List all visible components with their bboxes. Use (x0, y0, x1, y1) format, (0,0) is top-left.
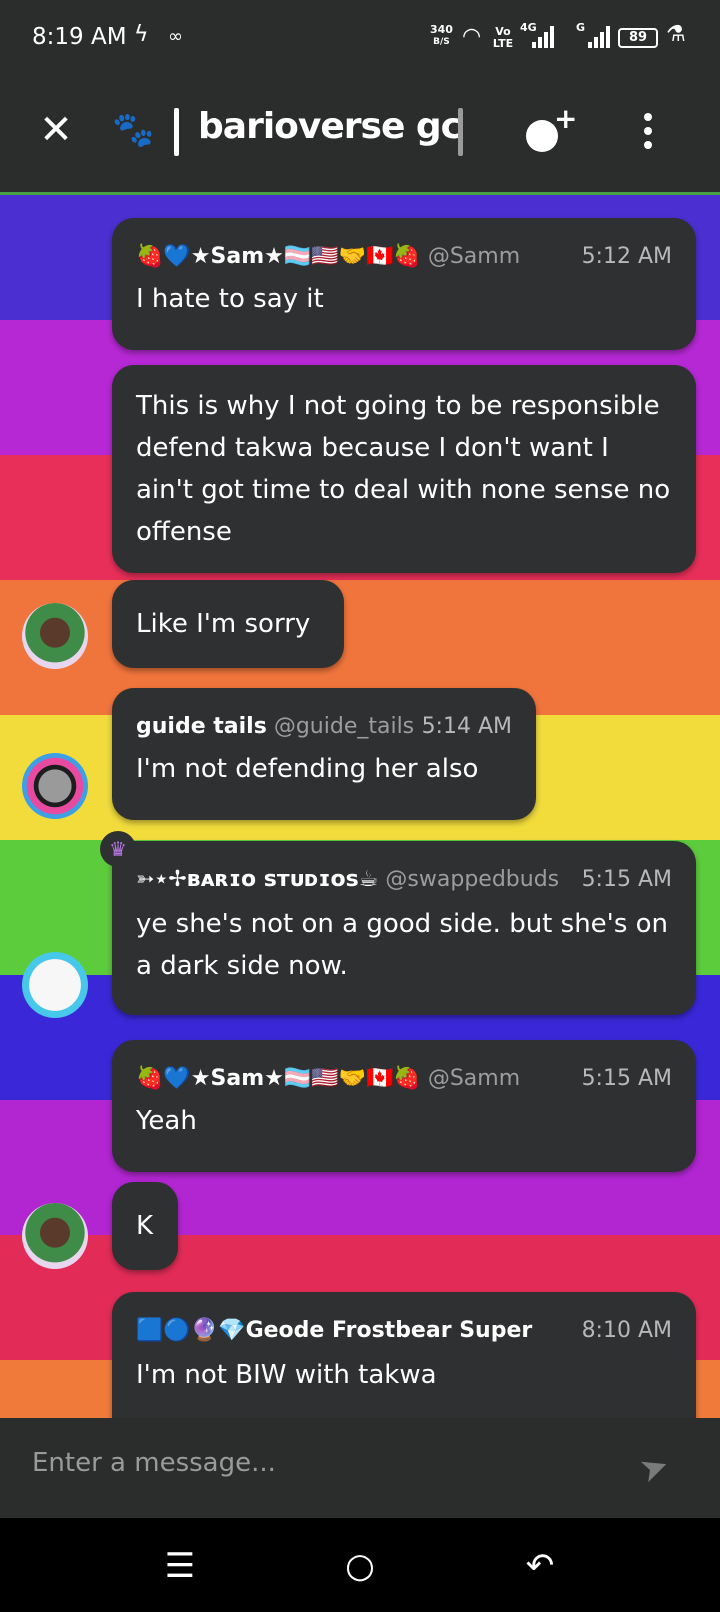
message-handle: @Samm (427, 1066, 521, 1091)
battery-indicator: 89 (618, 28, 658, 48)
close-icon[interactable]: ✕ (36, 110, 76, 150)
avatar[interactable] (22, 753, 88, 819)
message-meta: guide tails @guide_tails 5:14 AM (136, 714, 512, 744)
net-speed: 340 B/S (430, 24, 453, 48)
net-speed-unit: B/S (433, 37, 450, 47)
signal-icon (532, 26, 554, 48)
message-bubble[interactable]: 🍓💙★Sam★🏳️‍⚧️🇺🇸🤝🇨🇦🍓 @Samm 5:12 AM I hate … (112, 218, 696, 350)
back-icon[interactable]: ↶ (520, 1546, 560, 1586)
message-handle: @swappedbuds (385, 867, 560, 892)
message-bubble[interactable]: This is why I not going to be responsibl… (112, 365, 696, 573)
avatar[interactable] (22, 1203, 88, 1269)
message-list[interactable]: 🍓💙★Sam★🏳️‍⚧️🇺🇸🤝🇨🇦🍓 @Samm 5:12 AM I hate … (0, 195, 720, 1418)
more-vert-icon[interactable] (636, 110, 660, 158)
avatar[interactable] (22, 603, 88, 669)
message-time: 5:15 AM (581, 1066, 672, 1091)
message-text: Yeah (136, 1106, 197, 1136)
message-bubble[interactable]: Like I'm sorry (112, 580, 344, 668)
net-speed-value: 340 (430, 23, 453, 36)
status-bar: 8:19 AM ϟ ∞ 340 B/S ◠ Vo LTE 4G G 89 ⚗ (0, 0, 720, 80)
composer: Enter a message... ➤ (0, 1418, 720, 1518)
network-g-label: G (576, 21, 586, 34)
bolt-icon: ϟ (134, 22, 149, 47)
recents-icon[interactable]: ☰ (160, 1546, 200, 1586)
message-text: This is why I not going to be responsibl… (136, 391, 671, 547)
message-meta: 🍓💙★Sam★🏳️‍⚧️🇺🇸🤝🇨🇦🍓 @Samm 5:15 AM (136, 1066, 672, 1096)
message-author[interactable]: guide tails (136, 714, 267, 739)
message-meta: 🍓💙★Sam★🏳️‍⚧️🇺🇸🤝🇨🇦🍓 @Samm 5:12 AM (136, 244, 672, 274)
message-bubble[interactable]: guide tails @guide_tails 5:14 AM I'm not… (112, 688, 536, 820)
message-text: I'm not defending her also (136, 754, 479, 784)
message-meta: ➳⋆✢ʙᴀʀɪᴏ sᴛᴜᴅɪᴏs☕ @swappedbuds 5:15 AM (136, 867, 672, 897)
message-time: 5:14 AM (421, 714, 512, 739)
message-bubble[interactable]: ➳⋆✢ʙᴀʀɪᴏ sᴛᴜᴅɪᴏs☕ @swappedbuds 5:15 AM y… (112, 841, 696, 1015)
message-author[interactable]: 🟦🔵🔮💎Geode Frostbear Super (136, 1318, 532, 1343)
add-emoji-icon[interactable]: + (524, 102, 577, 156)
title-divider-right (458, 108, 463, 156)
message-handle: @guide_tails (273, 714, 415, 739)
system-nav-bar: ☰ ○ ↶ (0, 1518, 720, 1612)
volte-label: Vo LTE (492, 25, 514, 50)
avatar[interactable] (22, 952, 88, 1018)
message-author[interactable]: ➳⋆✢ʙᴀʀɪᴏ sᴛᴜᴅɪᴏs☕ (136, 867, 378, 892)
app-bar: ✕ 🐾 barioverse gc + (0, 80, 720, 195)
home-icon[interactable]: ○ (340, 1546, 380, 1586)
crown-icon: ♛ (100, 831, 136, 867)
flask-icon: ⚗ (666, 22, 686, 47)
signal-icon-2 (588, 26, 614, 48)
message-text: I hate to say it (136, 284, 324, 314)
paw-icon: 🐾 (112, 110, 155, 150)
message-time: 5:12 AM (581, 244, 672, 269)
message-input[interactable]: Enter a message... (32, 1448, 276, 1478)
wifi-icon: ◠ (462, 24, 482, 49)
message-handle: @Samm (427, 244, 521, 269)
message-meta: 🟦🔵🔮💎Geode Frostbear Super 8:10 AM (136, 1318, 672, 1348)
infinity-icon: ∞ (168, 26, 183, 47)
chat-title[interactable]: barioverse gc (198, 106, 462, 147)
message-author[interactable]: 🍓💙★Sam★🏳️‍⚧️🇺🇸🤝🇨🇦🍓 (136, 244, 421, 269)
message-text: I'm not BIW with takwa (136, 1360, 437, 1390)
message-text: Like I'm sorry (136, 609, 311, 639)
message-text: ye she's not on a good side. but she's o… (136, 909, 669, 981)
message-bubble[interactable]: K (112, 1182, 178, 1270)
message-bubble[interactable]: 🟦🔵🔮💎Geode Frostbear Super 8:10 AM I'm no… (112, 1292, 696, 1418)
message-bubble[interactable]: 🍓💙★Sam★🏳️‍⚧️🇺🇸🤝🇨🇦🍓 @Samm 5:15 AM Yeah (112, 1040, 696, 1172)
send-icon[interactable]: ➤ (634, 1444, 674, 1491)
title-divider-left (174, 108, 179, 156)
message-author[interactable]: 🍓💙★Sam★🏳️‍⚧️🇺🇸🤝🇨🇦🍓 (136, 1066, 421, 1091)
message-text: K (136, 1211, 154, 1241)
status-time: 8:19 AM (32, 24, 127, 50)
message-time: 8:10 AM (573, 1318, 672, 1343)
message-time: 5:15 AM (573, 867, 672, 892)
